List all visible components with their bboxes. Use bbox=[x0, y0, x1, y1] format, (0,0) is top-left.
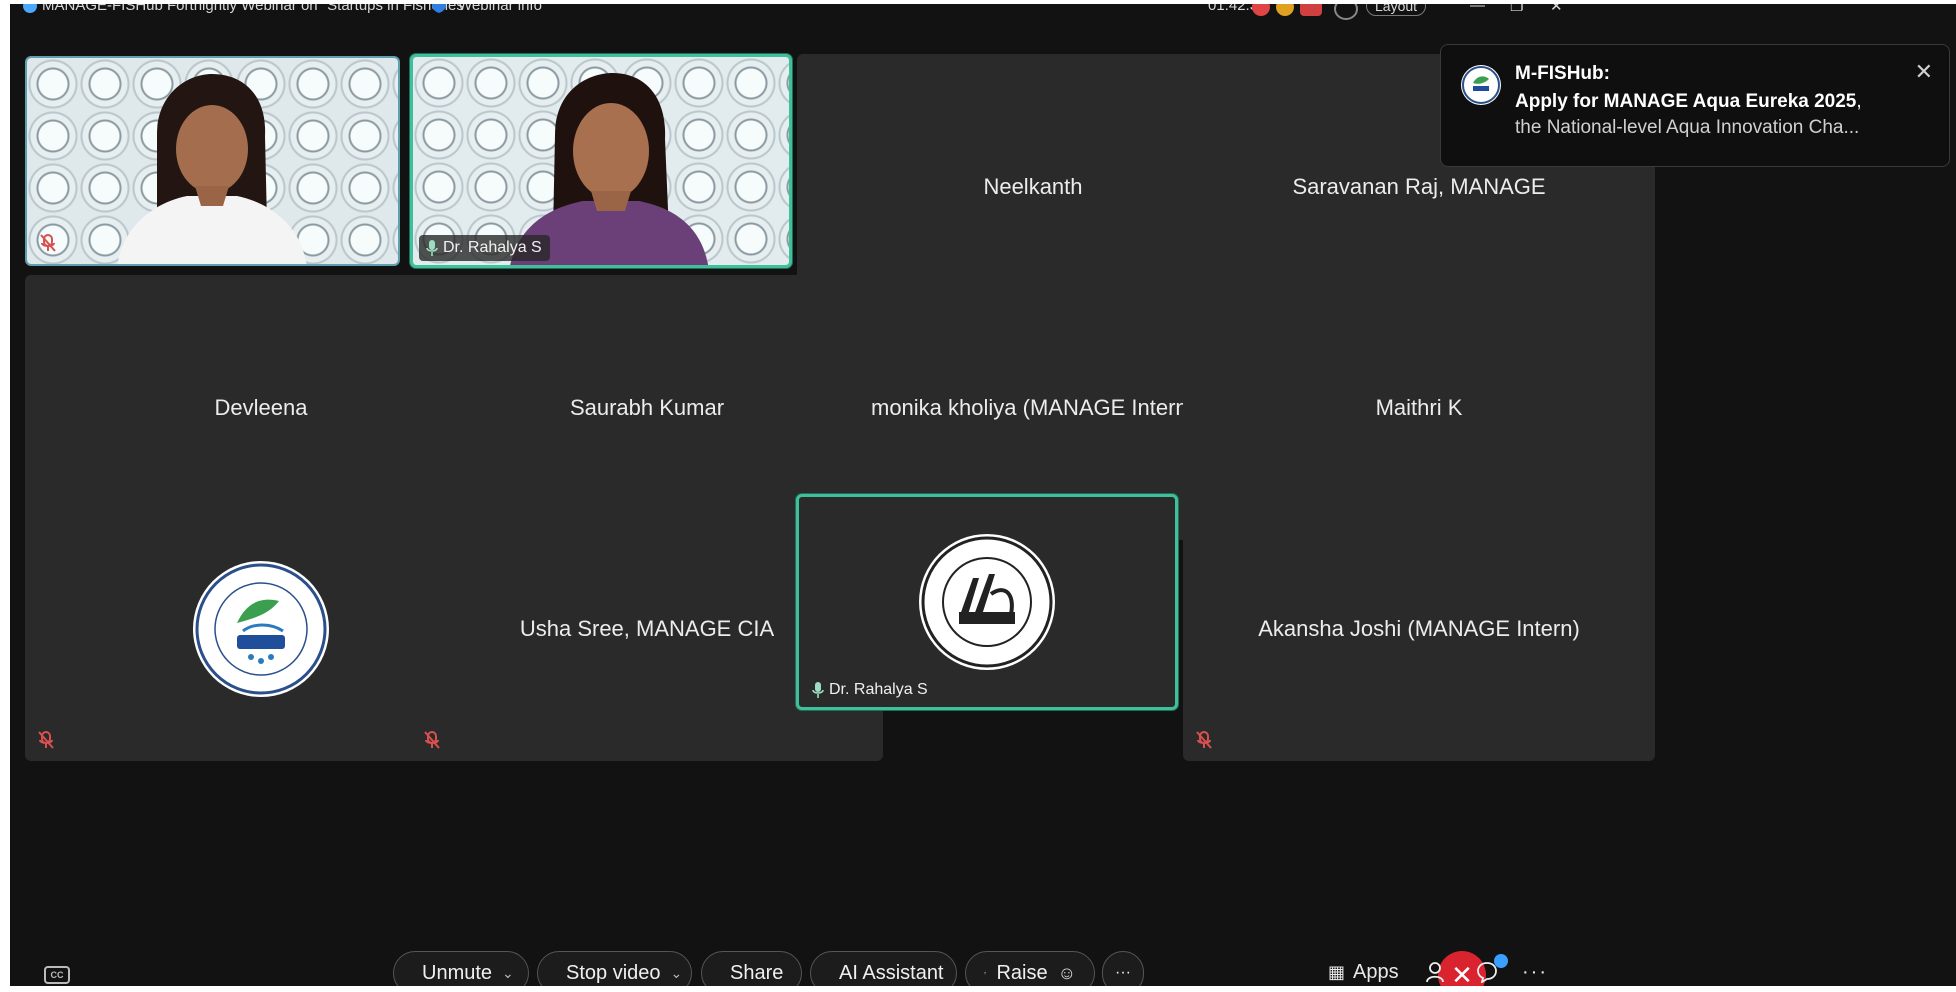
close-icon[interactable]: ✕ bbox=[1915, 59, 1933, 85]
participant-video-person bbox=[117, 74, 307, 264]
layout-button[interactable]: Layout bbox=[1366, 4, 1427, 16]
participant-name: Saravanan Raj, MANAGE bbox=[1292, 173, 1546, 199]
window-title: MANAGE-FISHub Fortnightly Webinar on "St… bbox=[42, 4, 470, 14]
layout-label: Layout bbox=[1375, 4, 1418, 14]
stop-video-label: Stop video bbox=[566, 961, 661, 984]
top-bar: MANAGE-FISHub Fortnightly Webinar on "St… bbox=[10, 4, 1956, 20]
participant-tile-1[interactable] bbox=[25, 56, 400, 266]
participant-tile-2[interactable]: Dr. Rahalya S bbox=[410, 54, 792, 268]
meeting-window: MANAGE-FISHub Fortnightly Webinar on "St… bbox=[10, 4, 1956, 986]
participants-icon[interactable] bbox=[1426, 961, 1446, 986]
muted-mic-icon bbox=[35, 729, 57, 751]
mic-icon bbox=[812, 682, 824, 698]
stop-video-button[interactable]: Stop video ⌄ bbox=[537, 951, 692, 986]
participant-tile-11[interactable]: Dr. Rahalya S bbox=[796, 494, 1178, 710]
notification-line-1: Apply for MANAGE Aqua Eureka 2025, bbox=[1515, 91, 1862, 113]
ai-assistant-label: AI Assistant bbox=[839, 961, 944, 984]
minimize-icon[interactable]: — bbox=[1470, 4, 1485, 14]
more-menu-icon[interactable]: ··· bbox=[1522, 961, 1548, 984]
raise-hand-button[interactable]: Raise ☺ bbox=[965, 951, 1095, 986]
participant-tile-12[interactable]: Akansha Joshi (MANAGE Intern) bbox=[1183, 496, 1655, 761]
network-icon bbox=[1300, 4, 1322, 16]
apps-button[interactable]: ▦ Apps bbox=[1328, 961, 1399, 984]
muted-mic-icon bbox=[421, 729, 443, 751]
chevron-down-icon[interactable]: ⌄ bbox=[502, 965, 514, 982]
apps-label: Apps bbox=[1353, 961, 1399, 983]
unmute-button[interactable]: Unmute ⌄ bbox=[393, 951, 529, 986]
apps-icon: ▦ bbox=[1328, 962, 1346, 982]
share-label: Share bbox=[730, 961, 784, 984]
closed-captions-button[interactable]: CC bbox=[44, 966, 70, 984]
notification-highlight: Apply for MANAGE Aqua Eureka 2025 bbox=[1515, 91, 1857, 112]
raise-label: Raise bbox=[996, 961, 1048, 984]
end-call-icon: ✕ bbox=[1451, 959, 1473, 987]
mic-icon bbox=[426, 240, 438, 256]
recording-icon bbox=[1252, 4, 1270, 16]
search-icon[interactable] bbox=[1334, 4, 1358, 20]
shield-icon bbox=[432, 4, 446, 13]
chat-notification-badge bbox=[1494, 954, 1508, 968]
hand-icon bbox=[984, 971, 987, 975]
muted-mic-icon bbox=[37, 232, 59, 254]
manage-logo bbox=[919, 534, 1055, 670]
participant-label: Dr. Rahalya S bbox=[805, 677, 936, 703]
more-label: ··· bbox=[1115, 964, 1131, 981]
participant-label: Dr. Rahalya S bbox=[419, 235, 550, 261]
reactions-icon[interactable]: ☺ bbox=[1058, 963, 1076, 984]
participant-name: Dr. Rahalya S bbox=[829, 681, 928, 698]
restore-icon[interactable]: ❐ bbox=[1510, 4, 1523, 15]
ai-assistant-button[interactable]: AI Assistant bbox=[810, 951, 957, 986]
close-window-icon[interactable]: ✕ bbox=[1550, 4, 1563, 15]
notification-avatar bbox=[1461, 65, 1501, 105]
meeting-controls: CC Unmute ⌄ Stop video ⌄ Share AI Assist… bbox=[10, 944, 1956, 986]
notification-sender: M-FISHub: bbox=[1515, 63, 1610, 84]
status-icon bbox=[1276, 4, 1294, 16]
webinar-info-link[interactable]: Webinar info bbox=[458, 4, 542, 14]
notification-punct: , bbox=[1856, 91, 1862, 112]
participant-name: Dr. Rahalya S bbox=[443, 239, 542, 256]
chevron-down-icon[interactable]: ⌄ bbox=[671, 965, 683, 982]
share-button[interactable]: Share bbox=[701, 951, 802, 986]
more-options-button[interactable]: ··· bbox=[1102, 951, 1144, 986]
participant-name: Akansha Joshi (MANAGE Intern) bbox=[1258, 615, 1580, 641]
webex-app-icon bbox=[23, 4, 37, 13]
m-fishub-logo bbox=[193, 560, 329, 697]
chat-notification[interactable]: M-FISHub: Apply for MANAGE Aqua Eureka 2… bbox=[1440, 44, 1950, 167]
participant-name: Maithri K bbox=[1375, 394, 1463, 420]
muted-mic-icon bbox=[1193, 729, 1215, 751]
unmute-label: Unmute bbox=[422, 961, 493, 984]
notification-line-2: the National-level Aqua Innovation Cha..… bbox=[1515, 117, 1860, 138]
